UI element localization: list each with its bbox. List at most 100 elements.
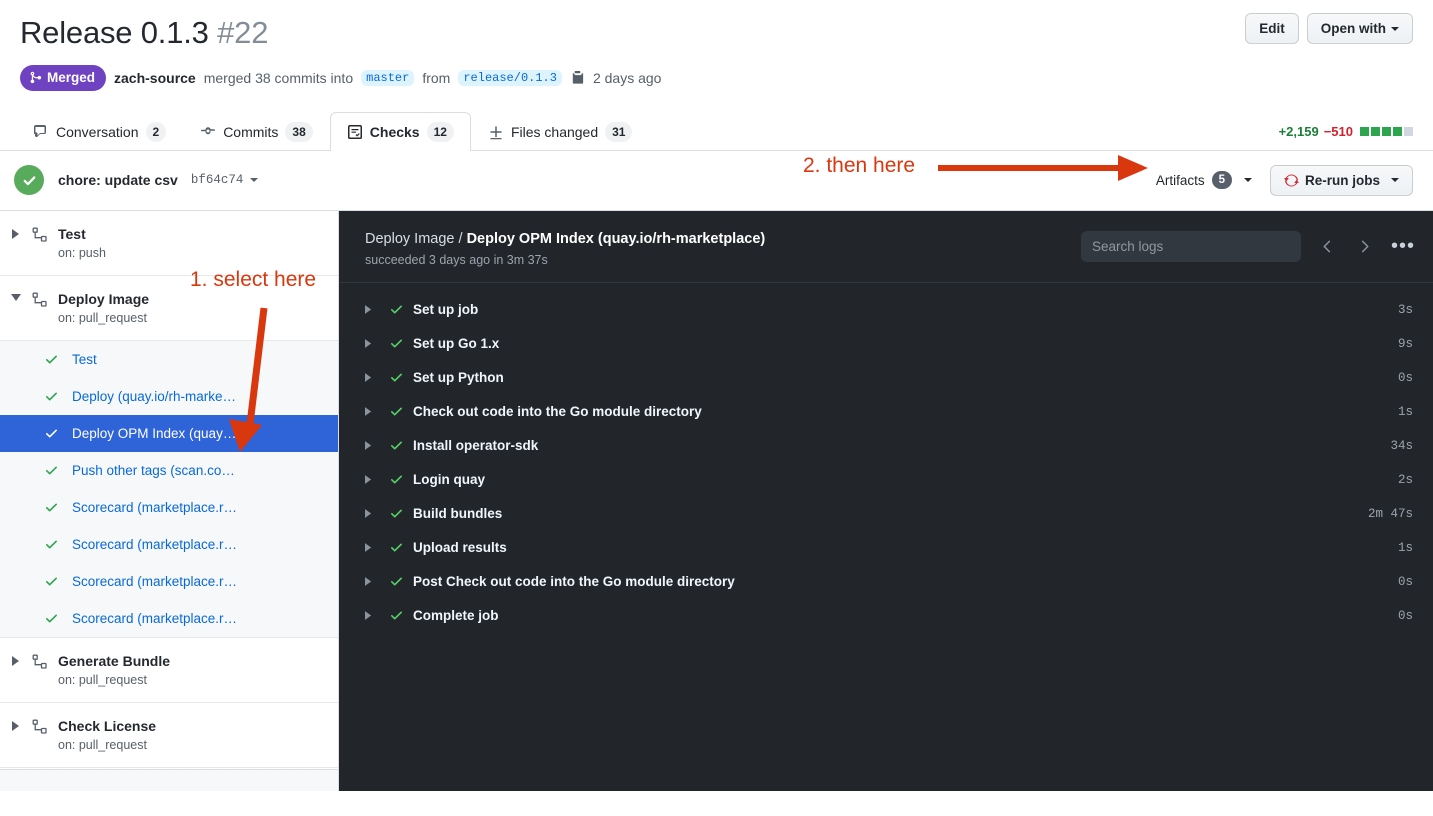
check-icon — [379, 336, 413, 351]
pr-number: #22 — [217, 15, 269, 50]
check-icon — [379, 370, 413, 385]
previous-match-icon[interactable] — [1317, 239, 1338, 254]
check-icon — [379, 608, 413, 623]
workflow-header-check-license[interactable]: Check License on: pull_request — [0, 703, 338, 767]
diff-icon — [490, 126, 502, 139]
chevron-right-icon[interactable] — [365, 475, 379, 485]
chevron-right-icon[interactable] — [8, 717, 24, 731]
job-row[interactable]: Deploy (quay.io/rh-marke… — [0, 378, 338, 415]
log-step-row[interactable]: Set up job 3s — [339, 293, 1433, 327]
chevron-right-icon[interactable] — [365, 611, 379, 621]
pr-title-row: Release 0.1.3 #22 — [20, 14, 1413, 53]
workflow-text: Test on: push — [58, 225, 106, 262]
job-row[interactable]: Scorecard (marketplace.r… — [0, 600, 338, 637]
chevron-right-icon[interactable] — [365, 509, 379, 519]
diffstat-block — [1371, 126, 1380, 136]
tab-conversation[interactable]: Conversation 2 — [16, 112, 183, 151]
workflow-header-test[interactable]: Test on: push — [0, 211, 338, 275]
workflow-icon — [32, 654, 48, 675]
merge-icon — [30, 72, 42, 84]
tab-commits[interactable]: Commits 38 — [183, 112, 330, 151]
chevron-right-icon[interactable] — [365, 441, 379, 451]
chevron-right-icon[interactable] — [365, 577, 379, 587]
head-branch[interactable]: release/0.1.3 — [458, 69, 562, 86]
job-label: Test — [72, 351, 97, 367]
workflow-sidebar[interactable]: Test on: push Deploy Image on: pull_requ… — [0, 210, 339, 791]
log-step-row[interactable]: Check out code into the Go module direct… — [339, 395, 1433, 429]
commit-sha[interactable]: bf64c74 — [191, 173, 244, 187]
log-step-row[interactable]: Set up Python 0s — [339, 361, 1433, 395]
status-badge-label: Merged — [47, 69, 96, 85]
log-step-name: Check out code into the Go module direct… — [413, 404, 702, 420]
base-branch[interactable]: master — [361, 69, 415, 86]
rerun-jobs-button[interactable]: Re-run jobs — [1269, 164, 1413, 196]
log-step-row[interactable]: Install operator-sdk 34s — [339, 429, 1433, 463]
workflow-header-deploy-image[interactable]: Deploy Image on: pull_request — [0, 276, 338, 340]
workflow-group: Test on: push — [0, 211, 338, 276]
tab-commits-count: 38 — [285, 121, 313, 142]
rerun-jobs-label: Re-run jobs — [1304, 172, 1380, 188]
job-row[interactable]: Scorecard (marketplace.r… — [0, 563, 338, 600]
commit-dropdown-icon[interactable] — [250, 171, 259, 189]
log-step-row[interactable]: Login quay 2s — [339, 463, 1433, 497]
header-actions: Edit Open with — [1245, 13, 1413, 44]
log-breadcrumb-separator: / — [454, 230, 467, 247]
log-step-duration: 0s — [1397, 574, 1413, 589]
comment-icon — [34, 124, 46, 137]
workflow-group: Deploy Image on: pull_request Test Deplo… — [0, 276, 338, 638]
commit-icon — [201, 126, 216, 134]
pr-author[interactable]: zach-source — [114, 70, 196, 86]
chevron-right-icon[interactable] — [365, 407, 379, 417]
chevron-right-icon[interactable] — [365, 339, 379, 349]
log-step-duration: 0s — [1397, 370, 1413, 385]
check-icon — [379, 302, 413, 317]
open-with-button[interactable]: Open with — [1306, 13, 1413, 44]
job-row[interactable]: Test — [0, 341, 338, 378]
diffstat-deletions: −510 — [1323, 123, 1353, 139]
job-label: Scorecard (marketplace.r… — [72, 499, 238, 515]
log-step-duration: 0s — [1397, 608, 1413, 623]
workflow-text: Generate Bundle on: pull_request — [58, 652, 170, 689]
copy-icon[interactable] — [570, 70, 585, 85]
artifacts-dropdown[interactable]: Artifacts 5 — [1156, 171, 1252, 190]
job-list: Test Deploy (quay.io/rh-marke… Deploy OP… — [0, 339, 338, 637]
job-row[interactable]: Scorecard (marketplace.r… — [0, 526, 338, 563]
chevron-right-icon[interactable] — [8, 652, 24, 666]
chevron-right-icon[interactable] — [365, 305, 379, 315]
check-icon — [379, 506, 413, 521]
log-step-row[interactable]: Set up Go 1.x 9s — [339, 327, 1433, 361]
workflow-text: Check License on: pull_request — [58, 717, 156, 754]
next-match-icon[interactable] — [1354, 239, 1375, 254]
tab-checks[interactable]: Checks 12 — [329, 111, 471, 151]
more-options-icon[interactable]: ••• — [1391, 236, 1415, 256]
job-row[interactable]: Scorecard (marketplace.r… — [0, 489, 338, 526]
workflow-header-generate-bundle[interactable]: Generate Bundle on: pull_request — [0, 638, 338, 702]
open-with-label: Open with — [1320, 21, 1386, 36]
page-title: Release 0.1.3 #22 — [20, 14, 268, 53]
job-row[interactable]: Push other tags (scan.co… — [0, 452, 338, 489]
from-text: from — [422, 69, 451, 86]
status-badge: Merged — [20, 64, 107, 91]
chevron-right-icon[interactable] — [8, 225, 24, 239]
log-step-duration: 2m 47s — [1367, 506, 1413, 521]
chevron-right-icon[interactable] — [365, 373, 379, 383]
job-label: Deploy (quay.io/rh-marke… — [72, 388, 237, 404]
chevron-down-icon — [1391, 178, 1399, 183]
search-logs-input[interactable] — [1080, 230, 1301, 262]
log-step-row[interactable]: Build bundles 2m 47s — [339, 497, 1433, 531]
log-panel-controls: ••• — [1080, 230, 1415, 262]
diffstat-additions: +2,159 — [1278, 123, 1319, 139]
log-step-row[interactable]: Complete job 0s — [339, 599, 1433, 633]
chevron-down-icon[interactable] — [8, 290, 24, 302]
commit-message[interactable]: chore: update csv — [58, 172, 178, 188]
log-step-row[interactable]: Upload results 1s — [339, 531, 1433, 565]
workflow-icon — [32, 227, 48, 248]
chevron-right-icon[interactable] — [365, 543, 379, 553]
diffstat-block — [1404, 126, 1413, 136]
tab-files-changed[interactable]: Files changed 31 — [471, 112, 650, 151]
job-row-selected[interactable]: Deploy OPM Index (quay…. — [0, 414, 338, 452]
log-step-name: Set up Python — [413, 370, 504, 386]
log-step-row[interactable]: Post Check out code into the Go module d… — [339, 565, 1433, 599]
chevron-down-icon — [1391, 27, 1399, 32]
edit-button[interactable]: Edit — [1245, 13, 1299, 44]
